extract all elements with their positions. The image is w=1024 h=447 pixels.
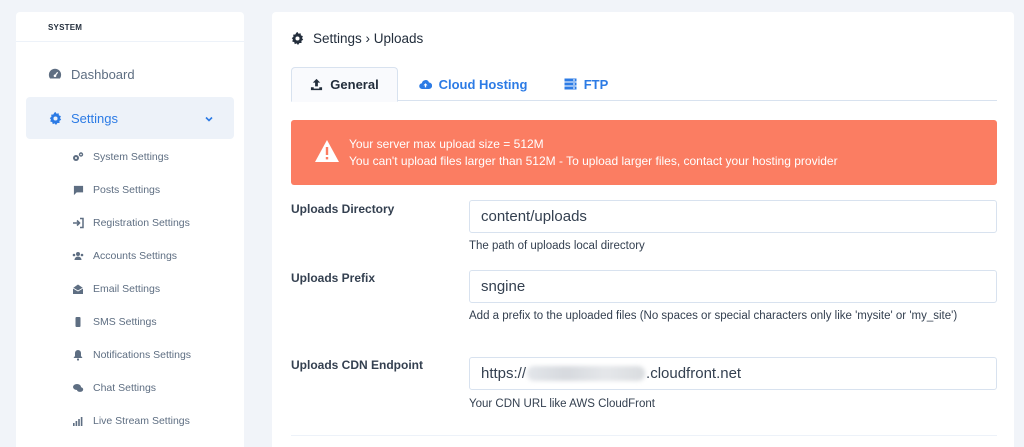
uploads-prefix-label: Uploads Prefix	[291, 271, 376, 285]
sidebar-subitem-system-settings[interactable]: System Settings	[72, 147, 169, 167]
tab-ftp[interactable]: FTP	[556, 67, 616, 101]
gears-icon	[72, 151, 84, 163]
input-value-prefix: https://	[481, 365, 527, 382]
sidebar-item-label: Dashboard	[71, 66, 135, 82]
comment-icon	[72, 184, 84, 196]
sidebar-subitem-registration-settings[interactable]: Registration Settings	[72, 213, 190, 233]
gear-icon	[291, 32, 304, 45]
tab-label: Cloud Hosting	[438, 76, 528, 92]
sidebar-subitem-sms-settings[interactable]: SMS Settings	[72, 312, 157, 332]
envelope-open-icon	[72, 283, 84, 295]
sidebar-subitem-label: Chat Settings	[93, 382, 157, 394]
main-panel: Settings › Uploads General Cloud Hosting…	[272, 12, 1014, 447]
comments-icon	[72, 382, 84, 394]
sidebar-subitem-notifications-settings[interactable]: Notifications Settings	[72, 345, 191, 365]
sidebar-subitem-label: SMS Settings	[93, 316, 157, 328]
server-icon	[564, 78, 577, 91]
tab-general[interactable]: General	[291, 67, 398, 102]
sidebar-item-dashboard[interactable]: Dashboard	[26, 53, 234, 95]
alert-line-1: Your server max upload size = 512M	[349, 137, 544, 151]
uploads-directory-help: The path of uploads local directory	[469, 240, 645, 252]
sidebar-subitem-label: System Settings	[93, 151, 169, 163]
sidebar-subitem-live-stream-settings[interactable]: Live Stream Settings	[72, 411, 190, 431]
breadcrumb: Settings › Uploads	[291, 31, 423, 46]
signal-icon	[72, 415, 84, 427]
tab-label: FTP	[583, 76, 609, 92]
upload-icon	[310, 78, 323, 91]
breadcrumb-text: Settings › Uploads	[313, 31, 424, 46]
tab-cloud-hosting[interactable]: Cloud Hosting	[413, 67, 533, 101]
input-value-suffix: .cloudfront.net	[646, 365, 742, 382]
redacted-text	[527, 366, 646, 381]
sidebar-subitem-label: Registration Settings	[93, 217, 190, 229]
uploads-prefix-input[interactable]: sngine	[469, 270, 997, 303]
section-divider	[291, 435, 997, 436]
uploads-cdn-help: Your CDN URL like AWS CloudFront	[469, 398, 655, 410]
input-value: sngine	[481, 278, 526, 295]
upload-size-alert: Your server max upload size = 512M You c…	[291, 120, 997, 185]
chevron-down-icon	[204, 112, 214, 122]
sidebar: SYSTEM Dashboard Settings System Setting…	[16, 12, 244, 447]
tab-bar: General Cloud Hosting FTP	[291, 67, 997, 102]
sidebar-subitem-accounts-settings[interactable]: Accounts Settings	[72, 246, 177, 266]
sidebar-subitem-posts-settings[interactable]: Posts Settings	[72, 180, 160, 200]
alert-line-2: You can't upload files larger than 512M …	[349, 154, 838, 168]
uploads-cdn-input[interactable]: https:// .cloudfront.net	[469, 357, 997, 390]
input-value: content/uploads	[481, 208, 587, 225]
sidebar-subitem-label: Live Stream Settings	[93, 415, 190, 427]
dashboard-icon	[48, 67, 62, 81]
gear-icon	[48, 111, 62, 125]
sidebar-section-label: SYSTEM	[16, 12, 244, 42]
sidebar-subitem-label: Notifications Settings	[93, 349, 192, 361]
sidebar-subitem-label: Accounts Settings	[93, 250, 178, 262]
bell-icon	[72, 349, 84, 361]
sign-in-icon	[72, 217, 84, 229]
tab-label: General	[330, 77, 379, 92]
sidebar-item-settings[interactable]: Settings	[26, 97, 234, 139]
uploads-cdn-label: Uploads CDN Endpoint	[291, 358, 423, 372]
cloud-upload-icon	[418, 78, 432, 91]
uploads-directory-input[interactable]: content/uploads	[469, 200, 997, 233]
uploads-directory-label: Uploads Directory	[291, 202, 395, 216]
warning-icon	[314, 139, 340, 163]
users-icon	[72, 250, 84, 262]
sidebar-subitem-chat-settings[interactable]: Chat Settings	[72, 378, 156, 398]
sidebar-subitem-label: Email Settings	[93, 283, 161, 295]
sidebar-item-label: Settings	[71, 110, 118, 126]
uploads-prefix-help: Add a prefix to the uploaded files (No s…	[469, 310, 958, 322]
mobile-icon	[72, 316, 84, 328]
sidebar-subitem-email-settings[interactable]: Email Settings	[72, 279, 160, 299]
sidebar-subitem-label: Posts Settings	[93, 184, 161, 196]
